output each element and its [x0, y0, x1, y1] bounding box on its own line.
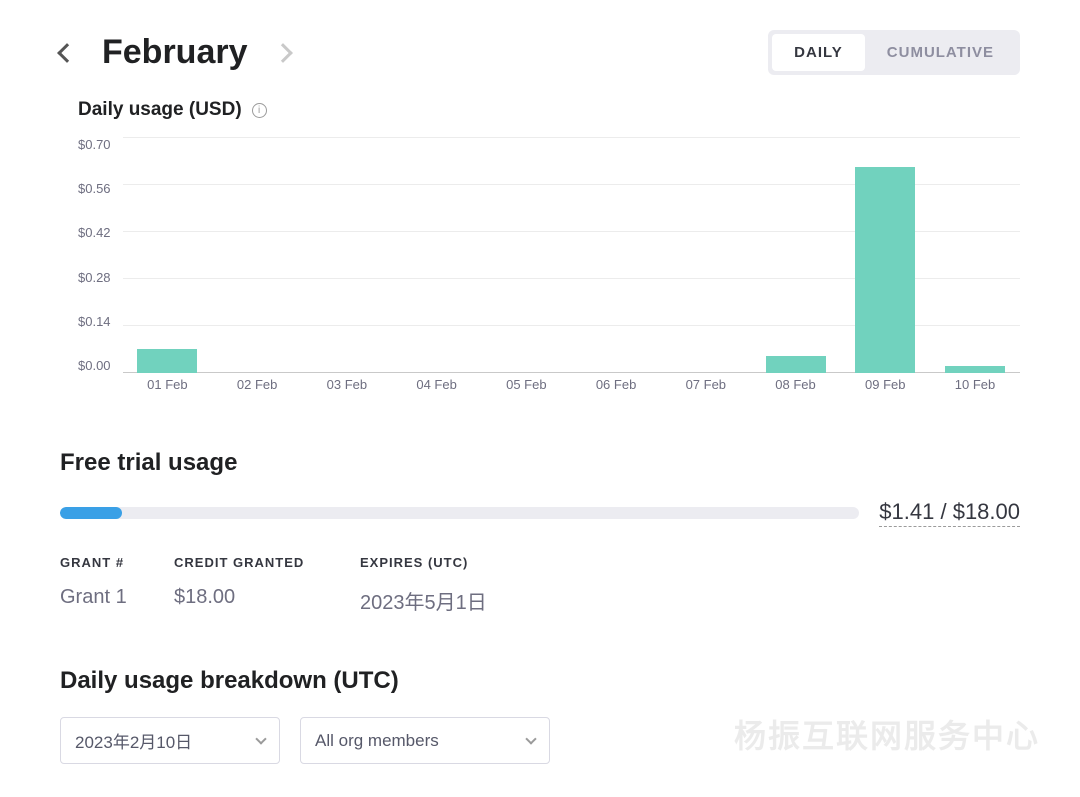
col-head-grant: GRANT # [60, 555, 140, 570]
bar[interactable] [137, 349, 197, 373]
x-tick: 03 Feb [317, 377, 377, 397]
free-trial-title: Free trial usage [60, 449, 1020, 477]
y-tick: $0.70 [78, 137, 111, 152]
y-tick: $0.00 [78, 358, 111, 373]
trial-progress-fill [60, 507, 122, 519]
y-tick: $0.42 [78, 225, 111, 240]
trial-progress-bar [60, 507, 859, 519]
chevron-down-icon [525, 733, 536, 744]
x-tick: 10 Feb [945, 377, 1005, 397]
next-month-icon[interactable] [273, 43, 293, 63]
bar[interactable] [766, 356, 826, 373]
col-head-expires: EXPIRES (UTC) [360, 555, 540, 570]
x-tick: 02 Feb [227, 377, 287, 397]
member-select-value: All org members [315, 731, 439, 751]
grant-table: GRANT # CREDIT GRANTED EXPIRES (UTC) Gra… [60, 555, 1020, 615]
cell-credit: $18.00 [174, 586, 326, 615]
bar[interactable] [855, 167, 915, 373]
view-toggle: DAILY CUMULATIVE [768, 30, 1020, 75]
y-tick: $0.56 [78, 181, 111, 196]
x-tick: 05 Feb [496, 377, 556, 397]
breakdown-title: Daily usage breakdown (UTC) [60, 667, 1020, 695]
x-tick: 08 Feb [766, 377, 826, 397]
date-select-value: 2023年2月10日 [75, 728, 192, 753]
chart-title: Daily usage (USD) [78, 99, 242, 121]
cell-grant: Grant 1 [60, 586, 140, 615]
prev-month-icon[interactable] [57, 43, 77, 63]
toggle-daily[interactable]: DAILY [772, 34, 865, 71]
y-tick: $0.28 [78, 270, 111, 285]
date-select[interactable]: 2023年2月10日 [60, 717, 280, 764]
info-icon[interactable]: i [252, 103, 267, 118]
x-tick: 04 Feb [407, 377, 467, 397]
x-tick: 09 Feb [855, 377, 915, 397]
table-row: Grant 1 $18.00 2023年5月1日 [60, 586, 1020, 615]
x-tick: 07 Feb [676, 377, 736, 397]
x-tick: 06 Feb [586, 377, 646, 397]
y-tick: $0.14 [78, 314, 111, 329]
x-tick: 01 Feb [137, 377, 197, 397]
member-select[interactable]: All org members [300, 717, 550, 764]
daily-usage-chart: $0.70 $0.56 $0.42 $0.28 $0.14 $0.00 01 Feb 02 … [78, 137, 1020, 397]
col-head-credit: CREDIT GRANTED [174, 555, 326, 570]
bar[interactable] [945, 366, 1005, 373]
cell-expires: 2023年5月1日 [360, 586, 540, 615]
trial-progress-text: $1.41 / $18.00 [879, 499, 1020, 527]
chevron-down-icon [255, 733, 266, 744]
month-title: February [102, 33, 248, 72]
toggle-cumulative[interactable]: CUMULATIVE [865, 34, 1016, 71]
